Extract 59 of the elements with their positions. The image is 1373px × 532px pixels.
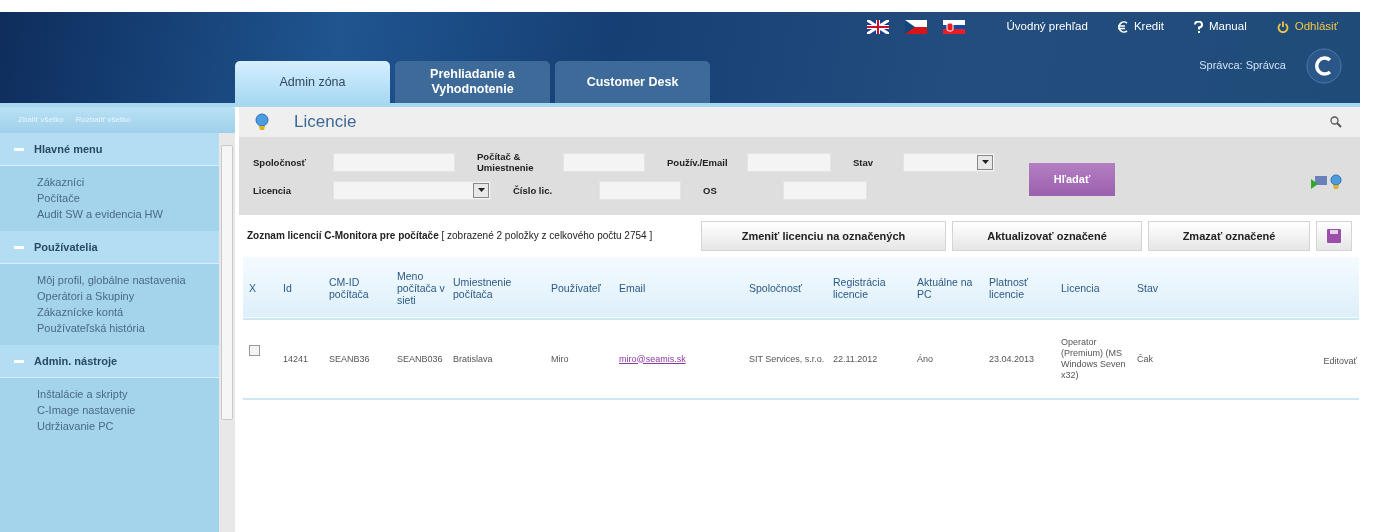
table-cell: SIT Services, s.r.o. bbox=[743, 319, 827, 399]
table-cell: Čak bbox=[1131, 319, 1171, 399]
nav-link[interactable]: Úvodný prehľad bbox=[1006, 18, 1088, 36]
page-title: Licencie bbox=[294, 111, 357, 134]
column-header[interactable]: Platnosť licencie bbox=[983, 257, 1055, 319]
column-header[interactable]: CM-ID počítača bbox=[323, 257, 391, 319]
nav-link[interactable]: Kredit bbox=[1133, 18, 1164, 36]
search-button[interactable]: Hľadať bbox=[1029, 162, 1115, 196]
table-cell: SEANB036 bbox=[391, 319, 447, 399]
table-cell: 22.11.2012 bbox=[827, 319, 911, 399]
sidebar-group-title[interactable]: Hlavné menu bbox=[34, 140, 103, 158]
column-header[interactable]: Licencia bbox=[1055, 257, 1131, 319]
sidebar-group-title[interactable]: Používatelia bbox=[34, 238, 98, 256]
column-header[interactable]: X bbox=[243, 257, 277, 319]
column-header[interactable]: Email bbox=[613, 257, 743, 319]
filter-label: Spoločnosť bbox=[253, 156, 308, 168]
sidebar-item[interactable]: Inštalácie a skripty bbox=[37, 388, 187, 401]
column-header[interactable]: Spoločnosť bbox=[743, 257, 827, 319]
column-header[interactable]: Používateľ bbox=[545, 257, 613, 319]
sidebar-item[interactable]: Zákazníci bbox=[37, 176, 187, 189]
column-header[interactable]: Stav bbox=[1131, 257, 1171, 319]
sidebar-item[interactable]: Môj profil, globálne nastavenia bbox=[37, 274, 187, 287]
list-caption: Zoznam licencií C-Monitora pre počítače [ zobrazené 2 položky z celkového počtu 2754 ] bbox=[247, 230, 654, 242]
action-button[interactable]: Zmeniť licenciu na označených bbox=[701, 221, 946, 251]
column-header[interactable]: Registrácia licencie bbox=[827, 257, 911, 319]
column-header[interactable]: Id bbox=[277, 257, 323, 319]
user-label: Správca: Správca bbox=[1199, 58, 1286, 74]
column-header[interactable]: Meno počítača v sieti bbox=[391, 257, 447, 319]
table-cell: Bratislava bbox=[447, 319, 545, 399]
nav-link[interactable]: Odhlásiť bbox=[1294, 18, 1338, 36]
sidebar-item[interactable]: Operátori a Skupiny bbox=[37, 290, 187, 303]
nav-link[interactable]: Manual bbox=[1208, 18, 1247, 36]
sidebar-item[interactable]: Používateľská história bbox=[37, 322, 187, 335]
tab[interactable]: Prehliadanie a Vyhodnotenie bbox=[395, 61, 550, 103]
edit-link[interactable]: Editovať bbox=[1323, 356, 1357, 366]
sidebar-item[interactable]: Zákaznícke kontá bbox=[37, 306, 187, 319]
filter-label: Použív./Email bbox=[667, 156, 729, 168]
table-cell: 14241 bbox=[277, 319, 323, 399]
tab[interactable]: Customer Desk bbox=[555, 61, 710, 103]
sidebar-item[interactable]: Audit SW a evidencia HW bbox=[37, 208, 187, 221]
table-cell: Miro bbox=[545, 319, 613, 399]
column-header[interactable]: Aktuálne na PC bbox=[911, 257, 983, 319]
table-cell: 23.04.2013 bbox=[983, 319, 1055, 399]
filter-label: Číslo lic. bbox=[513, 184, 554, 196]
table-cell: Operator (Premium) (MS Windows Seven x32) bbox=[1055, 319, 1131, 399]
action-button[interactable]: Aktualizovať označené bbox=[952, 221, 1142, 251]
filter-label: OS bbox=[703, 184, 718, 196]
tab[interactable]: Admin zóna bbox=[235, 61, 390, 103]
sidebar-item[interactable]: Počítače bbox=[37, 192, 187, 205]
sidebar-item[interactable]: C-Image nastavenie bbox=[37, 404, 187, 417]
action-button[interactable]: Zmazať označené bbox=[1148, 221, 1310, 251]
sidebar-item[interactable]: Udržiavanie PC bbox=[37, 420, 187, 433]
table-cell: SEANB36 bbox=[323, 319, 391, 399]
column-header[interactable]: Umiestnenie počítača bbox=[447, 257, 545, 319]
filter-label: Stav bbox=[853, 156, 875, 168]
email-link[interactable]: miro@seamis.sk bbox=[619, 353, 686, 364]
filter-label: Licencia bbox=[253, 184, 293, 196]
table-cell: Áno bbox=[911, 319, 983, 399]
filter-label: Počítač & Umiestnenie bbox=[477, 151, 535, 173]
